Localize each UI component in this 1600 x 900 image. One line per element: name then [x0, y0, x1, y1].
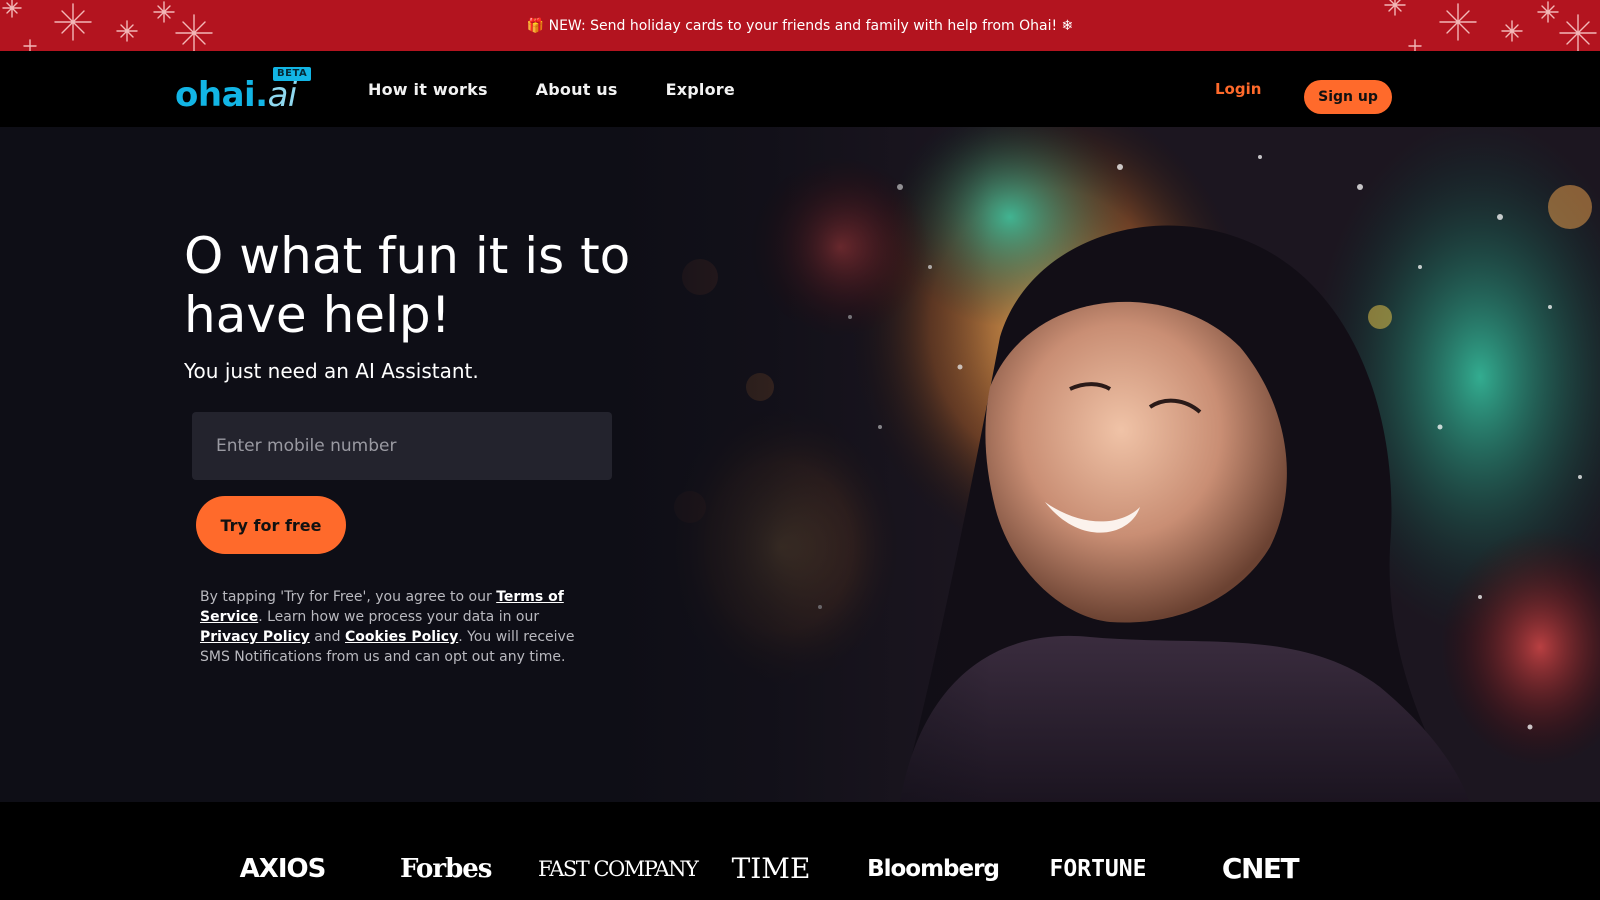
- press-logo-bloomberg: Bloomberg: [867, 856, 1000, 882]
- sparkle-icon: [175, 14, 213, 51]
- press-logo-time: TIME: [731, 852, 811, 885]
- sparkle-icon: [54, 3, 92, 41]
- sparkle-icon: [153, 1, 175, 23]
- sparkle-icon: [1408, 39, 1422, 51]
- login-link[interactable]: Login: [1215, 51, 1261, 127]
- logo-wordmark: ohai.ai: [175, 77, 297, 113]
- sparkle-icon: [1559, 14, 1597, 51]
- hero-subtitle: You just need an AI Assistant.: [184, 359, 479, 383]
- logo-wordmark-dot: .: [255, 75, 268, 115]
- press-logo-cnet: CNET: [1221, 852, 1300, 885]
- press-logo-fast-company: FAST COMPANY: [538, 857, 699, 881]
- nav-link-how-it-works[interactable]: How it works: [368, 80, 488, 99]
- press-logo-fortune: FORTUNE: [1049, 856, 1147, 882]
- hero-title: O what fun it is to have help!: [184, 227, 631, 344]
- top-navigation: BETA ohai.ai How it works About us Explo…: [0, 51, 1600, 127]
- legal-text-prefix: By tapping 'Try for Free', you agree to …: [200, 589, 497, 605]
- announcement-banner[interactable]: 🎁 NEW: Send holiday cards to your friend…: [0, 0, 1600, 51]
- press-logos: AXIOS Forbes FAST COMPANY TIME Bloomberg…: [0, 802, 1600, 900]
- nav-link-explore[interactable]: Explore: [666, 80, 735, 99]
- signup-button[interactable]: Sign up: [1304, 80, 1392, 114]
- ohai-logo[interactable]: BETA ohai.ai: [175, 67, 315, 113]
- mobile-number-input[interactable]: [192, 412, 612, 480]
- press-logo-axios: AXIOS: [239, 854, 327, 884]
- nav-links: How it works About us Explore: [368, 51, 783, 127]
- legal-text-and: and: [309, 629, 345, 645]
- privacy-policy-link[interactable]: Privacy Policy: [200, 629, 310, 645]
- banner-text[interactable]: 🎁 NEW: Send holiday cards to your friend…: [527, 18, 1074, 34]
- nav-link-about-us[interactable]: About us: [536, 80, 618, 99]
- sparkle-icon: [1537, 1, 1559, 23]
- sparkle-icon: [1439, 3, 1477, 41]
- sparkle-icon: [1384, 0, 1406, 16]
- cookies-policy-link[interactable]: Cookies Policy: [345, 629, 458, 645]
- press-logo-forbes: Forbes: [400, 854, 492, 884]
- legal-text-middle: . Learn how we process your data in our: [258, 609, 540, 625]
- legal-disclaimer: By tapping 'Try for Free', you agree to …: [200, 587, 580, 667]
- sparkle-icon: [116, 20, 138, 42]
- try-for-free-button[interactable]: Try for free: [196, 496, 346, 554]
- beta-badge: BETA: [273, 67, 312, 81]
- logo-wordmark-suffix: ai: [267, 75, 298, 115]
- sparkle-icon: [2, 0, 22, 18]
- sparkle-icon: [1501, 20, 1523, 42]
- sparkle-icon: [23, 39, 37, 51]
- hero-section: O what fun it is to have help! You just …: [0, 127, 1600, 802]
- logo-wordmark-main: ohai: [175, 75, 256, 115]
